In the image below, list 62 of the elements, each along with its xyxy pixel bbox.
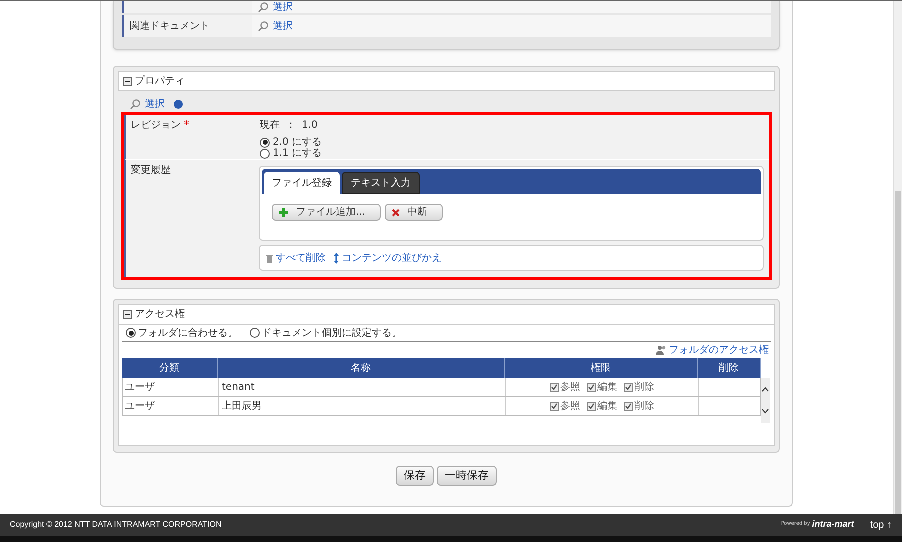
x-icon	[392, 208, 400, 216]
trash-icon	[266, 254, 273, 262]
table-cell: ユーザ	[123, 397, 219, 415]
up-down-arrow-icon	[334, 252, 339, 264]
separator: ：	[286, 119, 296, 133]
scrollbar[interactable]	[893, 1, 902, 514]
current-label: 現在	[260, 119, 280, 133]
checkbox[interactable]	[586, 382, 596, 392]
permission-label: 削除	[634, 380, 654, 394]
scrollbar[interactable]	[761, 378, 770, 423]
folder-access-link[interactable]: フォルダのアクセス権	[669, 342, 769, 358]
select-link[interactable]: 選択	[273, 18, 293, 34]
tab[interactable]: テキスト入力	[342, 172, 420, 194]
checkbox[interactable]	[624, 382, 632, 392]
checkbox[interactable]	[624, 402, 632, 410]
add-file-button[interactable]: ファイル追加...	[272, 204, 381, 221]
permission-label: 参照	[560, 400, 580, 414]
permission-label: 編集	[598, 380, 618, 394]
table-cell: ユーザ	[123, 378, 219, 396]
section-title: プロパティ	[135, 74, 185, 88]
checkbox[interactable]	[550, 402, 558, 410]
temporary-save-button[interactable]: 一時保存	[437, 466, 497, 486]
collapse-icon[interactable]	[123, 310, 132, 319]
select-link[interactable]: 選択	[273, 1, 293, 13]
checkbox[interactable]	[550, 382, 558, 392]
logo: intra-mart	[812, 518, 854, 532]
table-cell: tenant	[219, 378, 506, 396]
permission-label: 削除	[634, 400, 654, 414]
sort-link[interactable]: コンテンツの並びかえ	[334, 250, 442, 266]
scroll-up-icon[interactable]	[762, 386, 769, 392]
section-title: アクセス権	[135, 308, 185, 322]
radio-label: 1.1 にする	[273, 147, 322, 161]
field-label: 関連ドキュメント	[130, 20, 210, 34]
stop-button[interactable]: 中断	[384, 204, 443, 221]
checkbox[interactable]	[586, 402, 596, 410]
users-icon	[656, 345, 667, 355]
scroll-down-icon[interactable]	[762, 409, 769, 414]
field-label: 変更履歴	[131, 165, 171, 176]
permission-label: 編集	[598, 400, 618, 414]
radio-button[interactable]	[260, 148, 270, 158]
radio-label: ドキュメント個別に設定する。	[262, 326, 402, 340]
radio-button[interactable]	[260, 138, 270, 148]
save-button[interactable]: 保存	[396, 466, 434, 486]
radio-button[interactable]	[126, 328, 136, 338]
search-icon	[258, 2, 269, 12]
tab[interactable]: ファイル登録	[264, 172, 340, 194]
permission-label: 参照	[560, 380, 580, 394]
select-link[interactable]: 選択	[145, 96, 165, 112]
plus-icon	[279, 208, 288, 217]
collapse-icon[interactable]	[123, 76, 132, 86]
radio-label: 2.0 にする	[273, 136, 322, 148]
delete-all-link[interactable]: すべて削除	[266, 250, 326, 266]
search-icon	[258, 20, 269, 32]
table-cell: 上田辰男	[219, 397, 506, 415]
copyright-text: Copyright © 2012 NTT DATA INTRAMART CORPORATION	[10, 519, 222, 531]
top-link[interactable]: top ↑	[870, 518, 892, 532]
radio-label: フォルダに合わせる。	[138, 326, 238, 340]
radio-button[interactable]	[250, 328, 260, 338]
current-value: 1.0	[302, 119, 318, 133]
search-icon	[130, 98, 141, 110]
info-icon[interactable]	[174, 100, 183, 108]
field-label: レビジョン *	[131, 120, 190, 131]
